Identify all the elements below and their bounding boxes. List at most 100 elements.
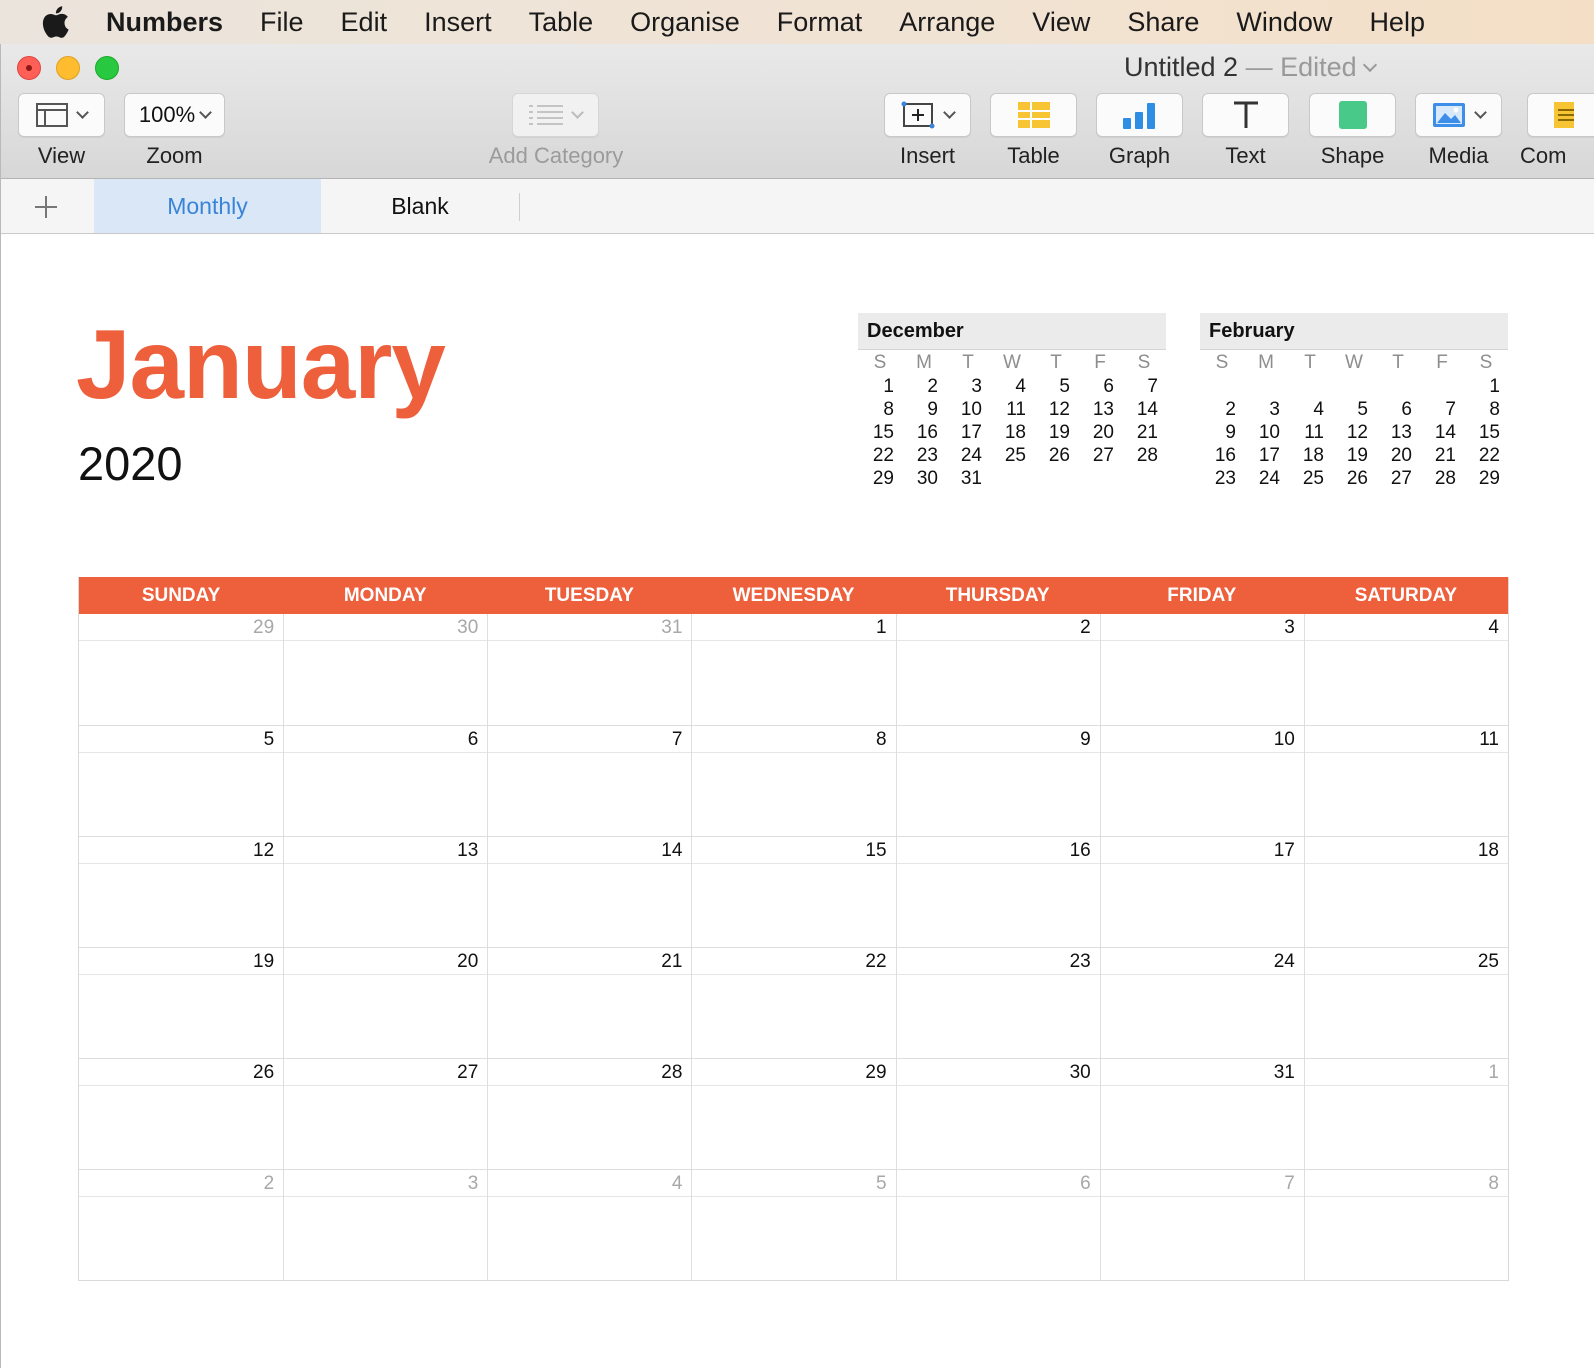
tab-blank[interactable]: Blank [321, 179, 519, 233]
calendar-day-cell[interactable]: 2 [79, 1170, 284, 1280]
mini-day-cell: 10 [1258, 422, 1280, 443]
calendar-day-cell[interactable]: 10 [1099, 726, 1304, 836]
calendar-day-cell[interactable]: 4 [1303, 614, 1508, 725]
mini-day-cell: 13 [1390, 422, 1412, 443]
calendar-day-cell[interactable]: 15 [691, 837, 896, 947]
shape-button[interactable] [1309, 93, 1396, 137]
calendar-day-cell[interactable]: 3 [283, 1170, 488, 1280]
calendar-day-cell[interactable]: 9 [895, 726, 1100, 836]
mini-day-cell: 1 [883, 376, 894, 397]
calendar-day-cell[interactable]: 17 [1099, 837, 1304, 947]
insert-button[interactable] [884, 93, 971, 137]
calendar-day-cell[interactable]: 23 [895, 948, 1100, 1058]
calendar-day-cell[interactable]: 8 [1303, 1170, 1508, 1280]
calendar-day-cell[interactable]: 19 [79, 948, 284, 1058]
menu-view[interactable]: View [1032, 7, 1090, 38]
weekday-header[interactable]: THURSDAY [896, 577, 1100, 614]
mini-calendar-next[interactable]: February S M T W T F S 1 2 3 4 5 6 7 8 9 10 11 12 13 14 15 16 1… [1200, 313, 1508, 490]
menu-app-name[interactable]: Numbers [106, 7, 223, 38]
calendar-day-cell[interactable]: 6 [283, 726, 488, 836]
menu-file[interactable]: File [260, 7, 304, 38]
calendar-day-cell[interactable]: 22 [691, 948, 896, 1058]
mini-weekday-label: S [1215, 352, 1229, 373]
day-number: 17 [1100, 837, 1304, 864]
menu-insert[interactable]: Insert [424, 7, 492, 38]
calendar-day-cell[interactable]: 8 [691, 726, 896, 836]
zoom-value: 100% [138, 102, 196, 127]
calendar-day-cell[interactable]: 14 [487, 837, 692, 947]
calendar-day-cell[interactable]: 31 [487, 614, 692, 725]
weekday-header[interactable]: TUESDAY [487, 577, 691, 614]
table-button[interactable] [990, 93, 1077, 137]
mini-day-cell: 29 [1478, 468, 1500, 489]
calendar-day-cell[interactable]: 5 [79, 726, 284, 836]
chevron-down-icon [76, 106, 89, 119]
zoom-select[interactable]: 100% [124, 93, 225, 137]
month-calendar-table[interactable]: SUNDAY MONDAY TUESDAY WEDNESDAY THURSDAY FRID… [78, 577, 1509, 1281]
mini-weekday-label: S [1137, 352, 1151, 373]
day-number: 3 [284, 1170, 488, 1197]
calendar-day-cell[interactable]: 21 [487, 948, 692, 1058]
mini-calendar-previous[interactable]: December S M T W T F S 1 2 3 4 5 6 7 8 9 10 11 12 13 14 15 16 1… [858, 313, 1166, 490]
weekday-header[interactable]: WEDNESDAY [691, 577, 895, 614]
minimize-window-button[interactable] [56, 56, 80, 80]
calendar-day-cell[interactable]: 12 [79, 837, 284, 947]
calendar-day-cell[interactable]: 3 [1099, 614, 1304, 725]
document-title[interactable]: Untitled 2 — Edited [1124, 52, 1377, 83]
add-sheet-plus-icon[interactable] [35, 196, 57, 218]
calendar-day-cell[interactable]: 11 [1303, 726, 1508, 836]
menu-arrange[interactable]: Arrange [899, 7, 995, 38]
calendar-day-cell[interactable]: 24 [1099, 948, 1304, 1058]
calendar-day-cell[interactable]: 25 [1303, 948, 1508, 1058]
calendar-day-cell[interactable]: 31 [1099, 1059, 1304, 1169]
weekday-header[interactable]: FRIDAY [1100, 577, 1304, 614]
month-title[interactable]: January [76, 308, 446, 421]
menu-organise[interactable]: Organise [630, 7, 740, 38]
apple-logo-icon[interactable] [40, 6, 70, 38]
calendar-day-cell[interactable]: 5 [691, 1170, 896, 1280]
calendar-day-cell[interactable]: 20 [283, 948, 488, 1058]
comment-button[interactable] [1527, 93, 1594, 137]
menu-share[interactable]: Share [1127, 7, 1199, 38]
close-window-button[interactable] [17, 56, 41, 80]
day-number: 2 [79, 1170, 284, 1197]
calendar-day-cell[interactable]: 26 [79, 1059, 284, 1169]
calendar-day-cell[interactable]: 1 [1303, 1059, 1508, 1169]
calendar-day-cell[interactable]: 28 [487, 1059, 692, 1169]
menu-help[interactable]: Help [1369, 7, 1425, 38]
calendar-day-cell[interactable]: 6 [895, 1170, 1100, 1280]
mini-day-cell: 3 [1269, 399, 1280, 420]
calendar-day-cell[interactable]: 16 [895, 837, 1100, 947]
menu-format[interactable]: Format [777, 7, 863, 38]
calendar-day-cell[interactable]: 30 [283, 614, 488, 725]
calendar-day-cell[interactable]: 4 [487, 1170, 692, 1280]
menu-window[interactable]: Window [1236, 7, 1332, 38]
mini-weekday-label: W [1003, 352, 1021, 373]
mini-weekday-label: T [1392, 352, 1404, 373]
calendar-day-cell[interactable]: 30 [895, 1059, 1100, 1169]
calendar-day-cell[interactable]: 29 [79, 614, 284, 725]
menu-table[interactable]: Table [529, 7, 594, 38]
calendar-day-cell[interactable]: 7 [1099, 1170, 1304, 1280]
day-number: 31 [488, 614, 692, 641]
calendar-day-cell[interactable]: 18 [1303, 837, 1508, 947]
menu-edit[interactable]: Edit [341, 7, 388, 38]
text-button[interactable] [1202, 93, 1289, 137]
add-category-button[interactable] [512, 93, 599, 137]
calendar-day-cell[interactable]: 13 [283, 837, 488, 947]
graph-button[interactable] [1096, 93, 1183, 137]
mini-day-cell: 7 [1445, 399, 1456, 420]
weekday-header[interactable]: MONDAY [283, 577, 487, 614]
weekday-header[interactable]: SATURDAY [1304, 577, 1508, 614]
year-label[interactable]: 2020 [78, 436, 183, 491]
calendar-day-cell[interactable]: 29 [691, 1059, 896, 1169]
calendar-day-cell[interactable]: 7 [487, 726, 692, 836]
calendar-day-cell[interactable]: 1 [691, 614, 896, 725]
weekday-header[interactable]: SUNDAY [79, 577, 283, 614]
tab-monthly[interactable]: Monthly [94, 179, 321, 233]
media-button[interactable] [1415, 93, 1502, 137]
calendar-day-cell[interactable]: 27 [283, 1059, 488, 1169]
fullscreen-window-button[interactable] [95, 56, 119, 80]
view-button[interactable] [18, 93, 105, 137]
calendar-day-cell[interactable]: 2 [895, 614, 1100, 725]
